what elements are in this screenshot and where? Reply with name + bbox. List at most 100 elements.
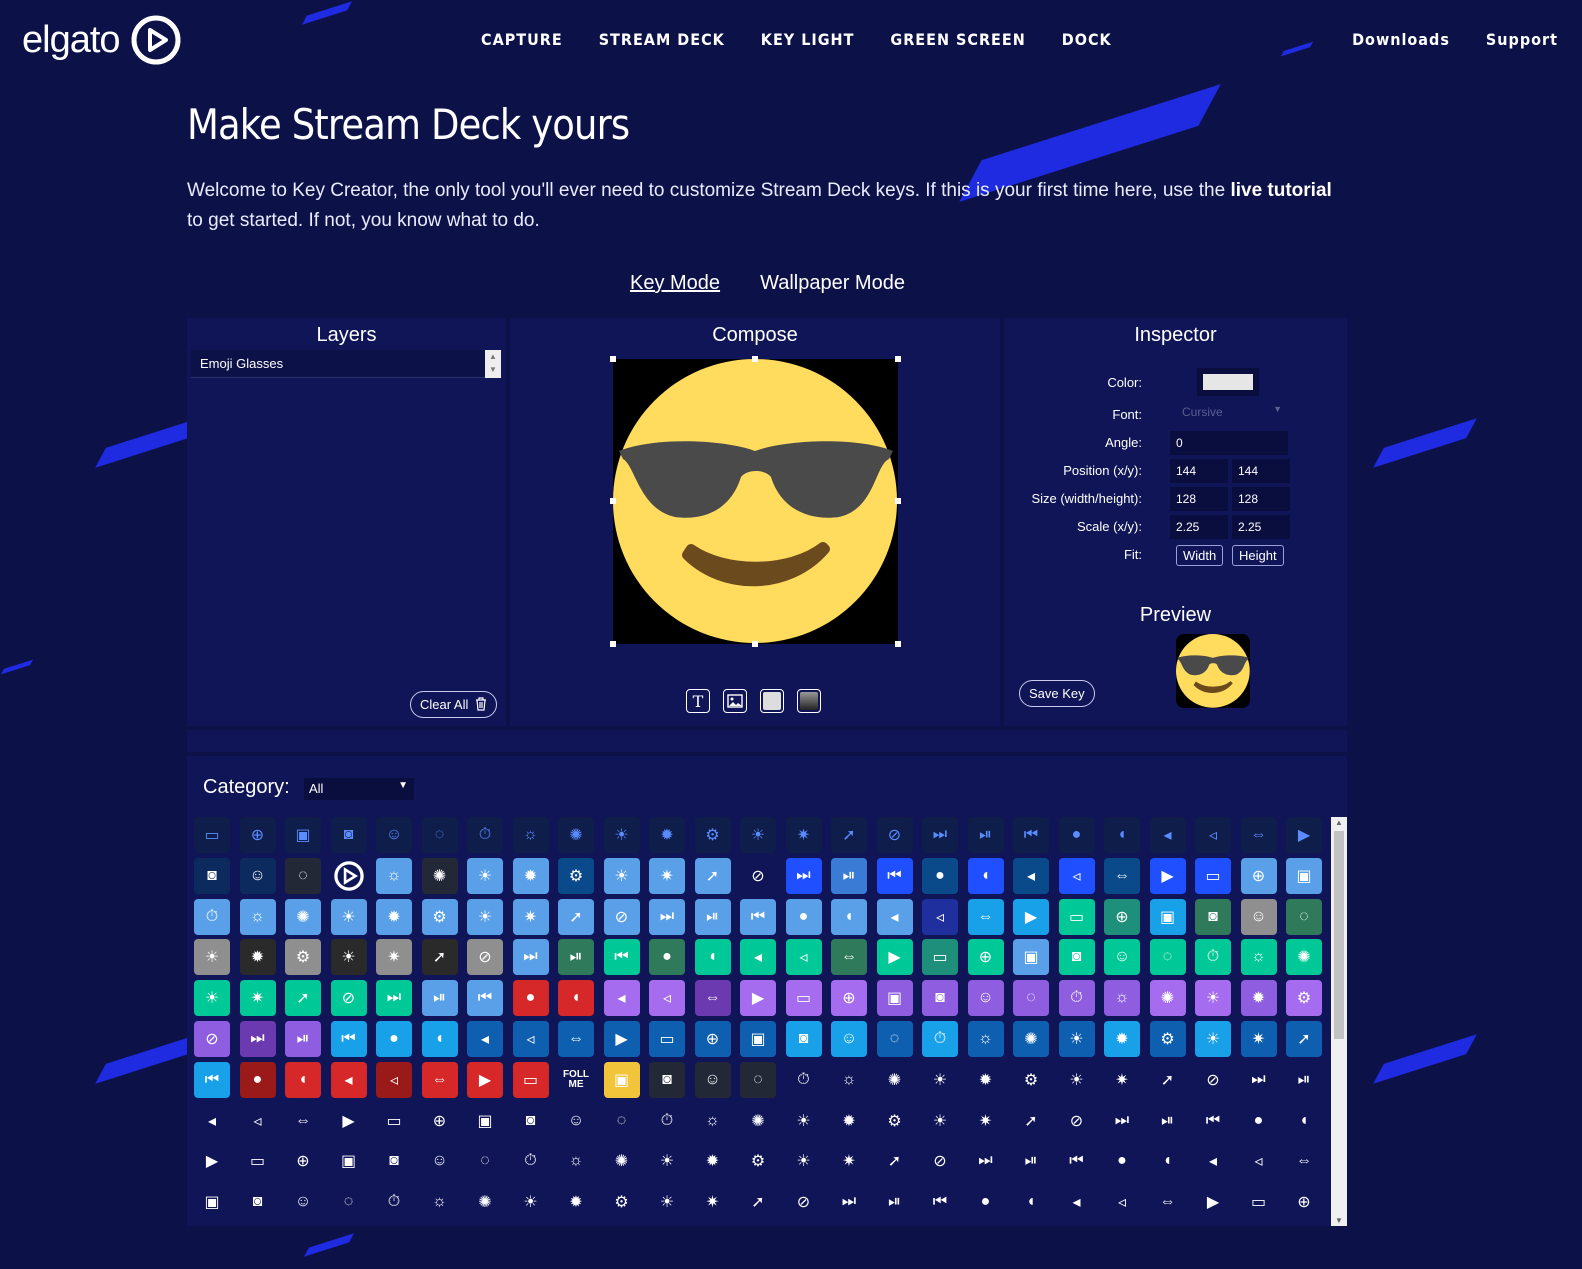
library-key-icon[interactable]: ⇔ [1286, 1143, 1322, 1179]
library-key-icon[interactable]: ✺ [740, 1103, 776, 1139]
library-key-icon[interactable]: ◃ [512, 1021, 549, 1057]
library-key-icon[interactable]: ● [376, 1021, 412, 1057]
resize-handle[interactable] [895, 356, 901, 362]
library-key-icon[interactable]: ✷ [1104, 1061, 1140, 1098]
library-key-icon[interactable]: ✷ [512, 898, 549, 935]
library-key-icon[interactable]: ▣ [331, 1143, 367, 1179]
library-key-icon[interactable]: ➚ [558, 898, 594, 935]
library-key-icon[interactable]: ◂ [1059, 1184, 1095, 1220]
library-key-icon[interactable]: ☺ [422, 1143, 458, 1179]
library-key-icon[interactable]: ⊕ [422, 1103, 458, 1139]
library-key-icon[interactable]: ● [1241, 1103, 1277, 1139]
resize-handle[interactable] [610, 498, 616, 504]
library-key-icon[interactable]: ✺ [1149, 980, 1186, 1017]
library-key-icon[interactable]: ⏭ [239, 1021, 276, 1057]
library-key-icon[interactable]: ▶ [1149, 857, 1186, 894]
library-key-icon[interactable]: ⚙ [1149, 1021, 1186, 1057]
library-key-icon[interactable]: ⏭ [1104, 1103, 1140, 1139]
follow-me-key-icon[interactable]: FOLL ME [558, 1062, 594, 1098]
library-key-icon[interactable]: ▶ [1013, 898, 1049, 935]
library-key-icon[interactable]: ☀ [603, 817, 640, 853]
library-key-icon[interactable]: ✺ [467, 1184, 503, 1220]
library-key-icon[interactable]: ▭ [194, 817, 230, 853]
library-key-icon[interactable]: ✷ [239, 980, 276, 1017]
library-key-icon[interactable]: ◖ [558, 980, 594, 1017]
library-key-icon[interactable]: ◖ [831, 898, 867, 935]
library-key-icon[interactable]: ▶ [331, 1103, 367, 1139]
library-key-icon[interactable]: ✺ [1286, 939, 1322, 976]
library-key-icon[interactable]: ➚ [421, 939, 458, 976]
library-key-icon[interactable]: ● [785, 898, 822, 935]
library-key-icon[interactable]: ⊕ [1286, 1184, 1322, 1220]
library-key-icon[interactable]: ⏭ [831, 1184, 867, 1220]
library-key-icon[interactable]: ◃ [785, 939, 822, 976]
library-key-icon[interactable]: ☼ [695, 1103, 731, 1139]
library-key-icon[interactable]: ▭ [376, 1103, 412, 1139]
library-key-icon[interactable]: ⇔ [694, 980, 731, 1017]
position-x-input[interactable]: 144 [1170, 459, 1228, 483]
library-key-icon[interactable]: ◌ [1286, 898, 1322, 935]
library-key-icon[interactable]: ◃ [1241, 1143, 1277, 1179]
library-key-icon[interactable]: ☺ [1240, 898, 1277, 935]
layer-list-scrollbar[interactable]: ▲ ▼ [485, 350, 501, 378]
library-key-icon[interactable]: ⏱ [467, 817, 503, 853]
nav-capture[interactable]: CAPTURE [481, 30, 563, 49]
library-key-icon[interactable]: ⏱ [1195, 939, 1231, 976]
library-key-icon[interactable]: ⇔ [1150, 1184, 1186, 1220]
layer-list[interactable]: Emoji Glasses ▲ ▼ [191, 350, 501, 378]
library-key-icon[interactable]: ▣ [1149, 898, 1186, 935]
library-key-icon[interactable]: ☼ [422, 1184, 458, 1220]
library-key-icon[interactable]: ⏮ [603, 939, 640, 976]
library-key-icon[interactable]: ☀ [513, 1184, 549, 1220]
library-key-icon[interactable]: ◂ [467, 1021, 503, 1057]
library-key-icon[interactable]: ▣ [467, 1103, 503, 1139]
library-key-icon[interactable]: ▭ [785, 980, 822, 1017]
library-key-icon[interactable]: ⚙ [1286, 980, 1322, 1017]
library-key-icon[interactable]: ⏯ [1013, 1143, 1049, 1179]
nav-dock[interactable]: DOCK [1062, 30, 1112, 49]
library-key-icon[interactable]: ◃ [649, 980, 685, 1017]
library-key-icon[interactable]: ● [649, 939, 685, 976]
library-key-icon[interactable]: ☀ [467, 898, 503, 935]
library-key-icon[interactable]: ⏯ [967, 817, 1004, 853]
library-key-icon[interactable]: ⊘ [922, 1143, 958, 1179]
solid-background-icon[interactable] [760, 689, 784, 713]
library-key-icon[interactable]: ⊘ [194, 1021, 230, 1057]
compose-canvas[interactable] [610, 356, 901, 647]
nav-key-light[interactable]: KEY LIGHT [761, 30, 855, 49]
library-key-icon[interactable]: ➚ [1286, 1021, 1322, 1057]
library-key-icon[interactable]: ☀ [330, 898, 367, 935]
library-key-icon[interactable]: ▣ [1286, 857, 1322, 894]
font-select[interactable]: Cursive ▼ [1176, 400, 1288, 424]
library-key-icon[interactable]: ▣ [285, 817, 321, 853]
library-key-icon[interactable]: ◃ [1104, 1184, 1140, 1220]
library-key-icon[interactable]: ☺ [376, 817, 412, 853]
library-key-icon[interactable]: ☼ [831, 1061, 867, 1098]
library-key-icon[interactable]: ⏱ [376, 1184, 412, 1220]
library-key-icon[interactable]: ⚙ [604, 1184, 640, 1220]
library-key-icon[interactable]: ◃ [1058, 857, 1095, 894]
library-key-icon[interactable]: ⚙ [740, 1143, 776, 1179]
library-key-icon[interactable]: ➚ [694, 857, 731, 894]
resize-handle[interactable] [610, 641, 616, 647]
library-key-icon[interactable]: ◂ [1149, 817, 1186, 853]
library-key-icon[interactable]: ⊕ [239, 817, 276, 853]
library-key-icon[interactable]: ⏯ [1150, 1103, 1186, 1139]
library-key-icon[interactable]: ◃ [376, 1061, 412, 1098]
library-key-icon[interactable]: ☀ [786, 1103, 822, 1139]
nav-support[interactable]: Support [1486, 30, 1558, 49]
library-key-icon[interactable]: ⊘ [467, 939, 503, 976]
library-key-icon[interactable]: ➚ [831, 817, 867, 853]
library-key-icon[interactable]: ⏯ [877, 1184, 913, 1220]
library-key-icon[interactable]: ◙ [240, 1184, 276, 1220]
resize-handle[interactable] [895, 498, 901, 504]
library-key-icon[interactable]: ◖ [1104, 817, 1140, 853]
library-key-icon[interactable]: ⇔ [1240, 817, 1277, 853]
library-key-icon[interactable]: ▭ [649, 1021, 685, 1057]
library-key-icon[interactable]: ⏯ [558, 939, 594, 976]
scroll-up-icon[interactable]: ▲ [1331, 818, 1347, 827]
library-key-icon[interactable]: ◌ [604, 1103, 640, 1139]
clear-all-button[interactable]: Clear All [409, 691, 497, 718]
resize-handle[interactable] [610, 356, 616, 362]
library-key-icon[interactable]: ⚙ [694, 817, 731, 853]
